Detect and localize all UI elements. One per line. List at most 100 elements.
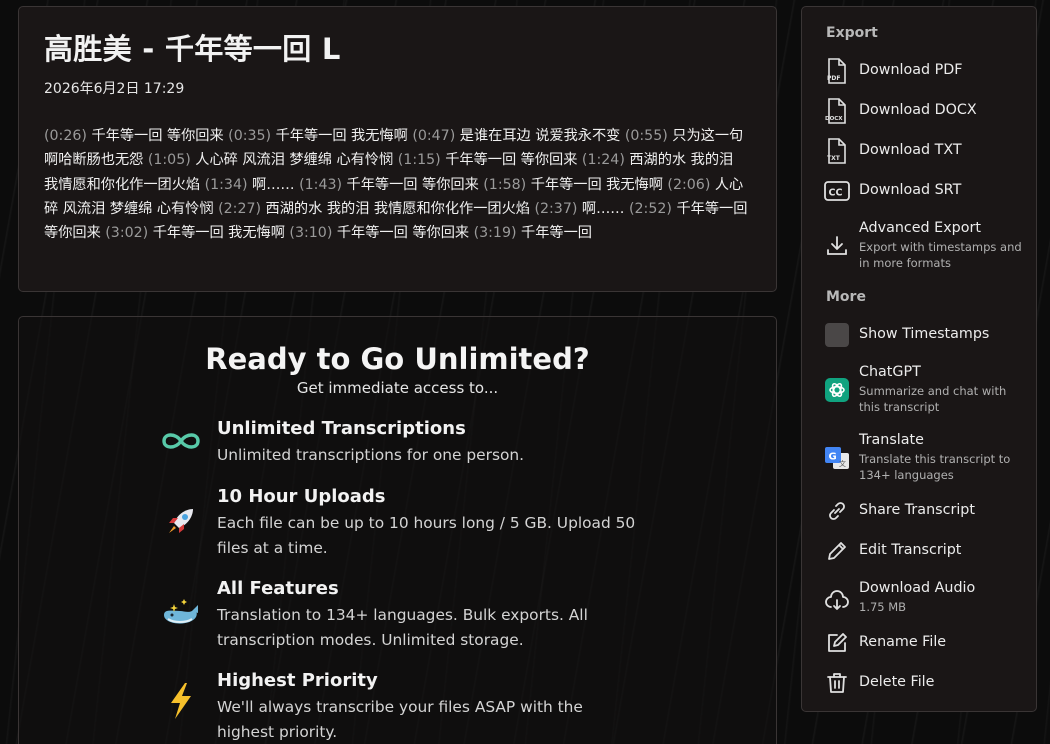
feature-desc: Unlimited transcriptions for one person. [217, 446, 525, 464]
segment-timestamp[interactable]: (1:43) [299, 177, 342, 193]
show-timestamps-toggle[interactable]: Show Timestamps [824, 318, 1024, 352]
sidebar-item-label: Download SRT [859, 182, 962, 198]
txt-file-icon: TXT [824, 138, 850, 164]
segment-timestamp[interactable]: (2:37) [534, 201, 577, 217]
segment-timestamp[interactable]: (2:27) [218, 201, 261, 217]
feature-desc: Each file can be up to 10 hours long / 5… [217, 514, 636, 557]
download-audio-button[interactable]: Download Audio 1.75 MB [824, 579, 1024, 623]
sidebar-item-label: Download DOCX [859, 102, 977, 118]
segment-text: 是谁在耳边 说爱我永不变 [455, 128, 625, 144]
sidebar-item-label: Rename File [859, 634, 947, 650]
feature-unlimited-transcriptions: Unlimited Transcriptions Unlimited trans… [159, 417, 639, 468]
sidebar-item-desc: Export with timestamps and in more forma… [859, 240, 1022, 270]
segment-text: 啊…… [247, 176, 300, 193]
segment-text: 千年等一回 等你回来 [342, 176, 484, 193]
segment-timestamp[interactable]: (0:35) [228, 128, 271, 144]
segment-timestamp[interactable]: (2:52) [629, 201, 672, 217]
download-txt-button[interactable]: TXT Download TXT [824, 134, 1024, 168]
export-heading: Export [826, 25, 878, 41]
rocket-icon [159, 501, 203, 541]
translate-button[interactable]: G文 Translate Translate this transcript t… [824, 431, 1024, 485]
feature-title: 10 Hour Uploads [217, 486, 386, 507]
pencil-icon [824, 538, 850, 564]
segment-timestamp[interactable]: (0:26) [44, 128, 87, 144]
segment-text: 千年等一回 我无悔啊 [148, 225, 290, 242]
segment-timestamp[interactable]: (3:19) [474, 225, 517, 241]
segment-text: 千年等一回 我无悔啊 [271, 128, 413, 144]
lightning-icon [159, 681, 203, 721]
sidebar-item-label: Download TXT [859, 142, 962, 158]
sidebar-item-desc: 1.75 MB [859, 600, 907, 614]
sidebar: Export PDF Download PDF DOCX Download DO… [801, 6, 1037, 712]
segment-timestamp[interactable]: (3:02) [105, 225, 148, 241]
feature-desc: Translation to 134+ languages. Bulk expo… [217, 606, 588, 649]
svg-text:CC: CC [829, 188, 843, 199]
feature-title: Unlimited Transcriptions [217, 418, 466, 439]
svg-text:TXT: TXT [827, 155, 841, 162]
chatgpt-button[interactable]: ChatGPT Summarize and chat with this tra… [824, 363, 1024, 417]
upsell-card: Ready to Go Unlimited? Get immediate acc… [18, 316, 777, 744]
sidebar-item-label: Download PDF [859, 62, 963, 78]
sidebar-item-label: Download Audio [859, 580, 976, 596]
edit-transcript-button[interactable]: Edit Transcript [824, 534, 1024, 568]
transcript-date: 2026年6月2日 17:29 [44, 81, 185, 97]
delete-file-button[interactable]: Delete File [824, 666, 1024, 700]
feature-all-features: All Features Translation to 134+ languag… [159, 577, 639, 652]
segment-timestamp[interactable]: (1:15) [398, 152, 441, 168]
segment-text: 西湖的水 我的泪 我情愿和你化作一团火焰 [261, 200, 535, 217]
svg-text:DOCX: DOCX [825, 116, 843, 122]
transcript-card: 高胜美 - 千年等一回 L 2026年6月2日 17:29 (0:26) 千年等… [18, 6, 777, 292]
sidebar-item-label: Share Transcript [859, 502, 975, 518]
rename-icon [824, 630, 850, 656]
checkbox-icon[interactable] [824, 322, 850, 348]
upsell-subheading: Get immediate access to... [296, 379, 499, 397]
segment-timestamp[interactable]: (1:34) [205, 177, 248, 193]
docx-file-icon: DOCX [824, 98, 850, 124]
sidebar-item-label: Advanced Export [859, 220, 981, 236]
cc-icon: CC [824, 178, 850, 204]
sidebar-item-label: Show Timestamps [859, 326, 990, 342]
download-docx-button[interactable]: DOCX Download DOCX [824, 94, 1024, 128]
segment-timestamp[interactable]: (2:06) [667, 177, 710, 193]
more-heading: More [826, 289, 866, 305]
infinity-icon [159, 421, 203, 461]
segment-timestamp[interactable]: (0:47) [412, 128, 455, 144]
upsell-heading: Ready to Go Unlimited? [205, 342, 590, 376]
share-transcript-button[interactable]: Share Transcript [824, 494, 1024, 528]
sidebar-item-desc: Summarize and chat with this transcript [859, 384, 1007, 414]
link-icon [824, 498, 850, 524]
segment-timestamp[interactable]: (3:10) [289, 225, 332, 241]
segment-text: 人心碎 风流泪 梦缠绵 心有怜悯 [190, 152, 398, 169]
whale-icon [159, 593, 203, 633]
advanced-export-button[interactable]: Advanced Export Export with timestamps a… [824, 219, 1024, 273]
svg-text:文: 文 [839, 459, 846, 468]
sidebar-item-label: Edit Transcript [859, 542, 962, 558]
download-pdf-button[interactable]: PDF Download PDF [824, 54, 1024, 88]
segment-text: 千年等一回 我无悔啊 [526, 176, 668, 193]
segment-text: 千年等一回 [516, 225, 592, 242]
download-srt-button[interactable]: CC Download SRT [824, 174, 1024, 208]
segment-timestamp[interactable]: (0:55) [625, 128, 668, 144]
chatgpt-icon [824, 377, 850, 403]
sidebar-item-label: Delete File [859, 674, 935, 690]
feature-title: Highest Priority [217, 670, 378, 691]
segment-timestamp[interactable]: (1:58) [483, 177, 526, 193]
svg-text:G: G [829, 452, 837, 463]
sidebar-item-label: ChatGPT [859, 364, 921, 380]
trash-icon [824, 670, 850, 696]
segment-text: 啊…… [577, 200, 629, 217]
rename-file-button[interactable]: Rename File [824, 626, 1024, 660]
segment-text: 千年等一回 等你回来 [440, 152, 582, 169]
transcript-body: (0:26) 千年等一回 等你回来 (0:35) 千年等一回 我无悔啊 (0:4… [44, 124, 751, 245]
feature-10-hour-uploads: 10 Hour Uploads Each file can be up to 1… [159, 485, 639, 560]
feature-highest-priority: Highest Priority We'll always transcribe… [159, 669, 639, 744]
cloud-download-icon [824, 588, 850, 614]
google-translate-icon: G文 [824, 445, 850, 471]
transcript-title: 高胜美 - 千年等一回 L [44, 32, 341, 66]
pdf-file-icon: PDF [824, 58, 850, 84]
segment-text: 千年等一回 等你回来 [86, 128, 229, 144]
segment-timestamp[interactable]: (1:05) [148, 152, 191, 168]
segment-timestamp[interactable]: (1:24) [582, 152, 625, 168]
download-icon [824, 233, 850, 259]
feature-title: All Features [217, 578, 339, 599]
